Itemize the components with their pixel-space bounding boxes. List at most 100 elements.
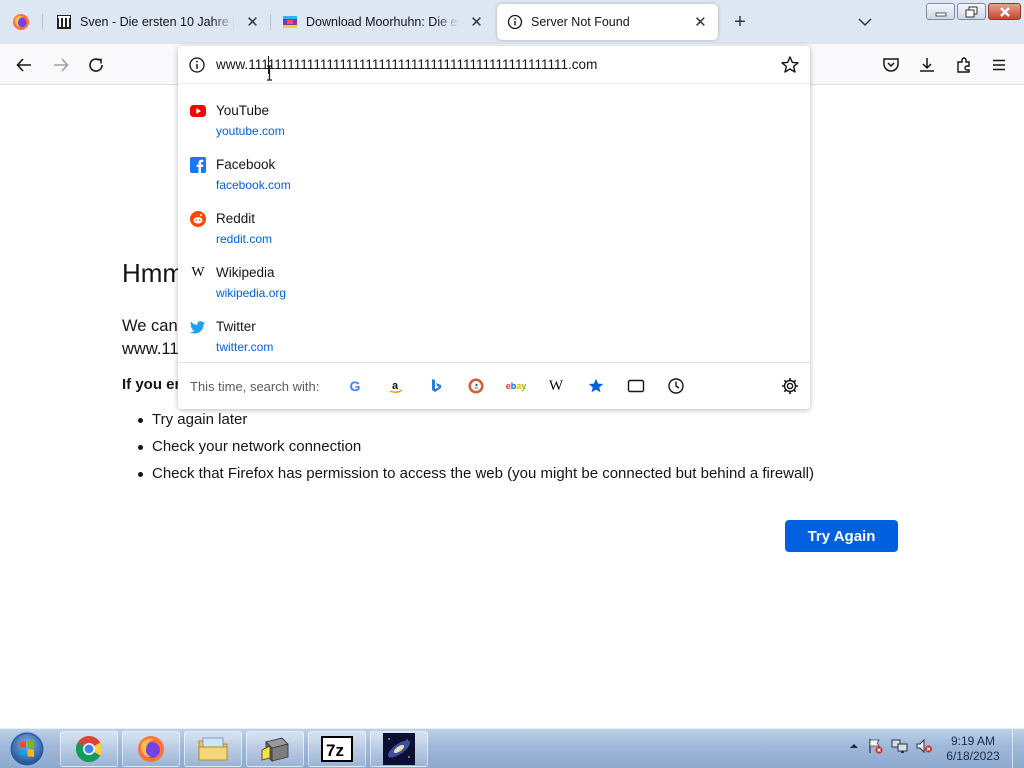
youtube-icon xyxy=(190,103,206,119)
bookmark-star-icon[interactable] xyxy=(780,55,800,75)
wikipedia-icon[interactable]: W xyxy=(546,376,566,396)
error-description-line2: www.11 xyxy=(122,340,179,358)
app-menu-button[interactable] xyxy=(988,54,1010,76)
arrow-right-icon xyxy=(54,58,69,72)
urlbar-popup: www.111111111111111111111111111111111111… xyxy=(178,46,810,409)
back-button[interactable] xyxy=(13,54,35,76)
twitter-icon xyxy=(190,319,206,335)
suggestion-url: twitter.com xyxy=(216,340,274,354)
tab-moorhuhn[interactable]: Download Moorhuhn: Die erste ✕ xyxy=(272,4,494,40)
reload-icon xyxy=(89,58,103,72)
new-tab-button[interactable]: + xyxy=(729,11,751,33)
taskbar-galaxy-app[interactable] xyxy=(370,731,428,767)
svg-text:7z: 7z xyxy=(326,741,344,760)
firefox-view-button[interactable] xyxy=(0,0,42,44)
suggestion-title: Facebook xyxy=(216,157,276,172)
download-icon xyxy=(920,58,934,72)
galaxy-icon xyxy=(383,733,415,765)
clock-date: 6/18/2023 xyxy=(946,749,1000,763)
pocket-button[interactable] xyxy=(880,54,902,76)
start-button[interactable] xyxy=(2,730,52,768)
taskbar-chrome[interactable] xyxy=(60,731,118,767)
suggestion-url: wikipedia.org xyxy=(216,286,287,300)
system-clock[interactable]: 9:19 AM 6/18/2023 xyxy=(940,734,1006,764)
show-hidden-icons-button[interactable] xyxy=(845,737,863,755)
taskbar-7zip[interactable]: 7z xyxy=(308,731,366,767)
file-explorer-icon xyxy=(198,737,228,761)
tab-separator xyxy=(42,14,43,30)
tabs-icon[interactable] xyxy=(626,376,646,396)
arrow-left-icon xyxy=(16,58,31,72)
extensions-button[interactable] xyxy=(953,54,975,76)
taskbar-file-explorer[interactable] xyxy=(184,731,242,767)
svg-text:a: a xyxy=(392,380,399,392)
7zip-icon: 7z xyxy=(321,736,353,762)
list-item: Try again later xyxy=(137,410,814,437)
hamburger-menu-icon xyxy=(993,59,1005,71)
ebay-icon[interactable]: ebay xyxy=(506,376,527,396)
search-settings-button[interactable] xyxy=(780,376,800,396)
facebook-icon xyxy=(190,157,206,173)
restore-icon xyxy=(965,6,977,17)
ibeam-cursor-icon xyxy=(267,65,272,81)
amazon-icon[interactable]: a xyxy=(386,376,406,396)
suggestion-title: Wikipedia xyxy=(216,265,275,280)
error-description: We can www.11 xyxy=(122,315,179,361)
chevron-down-icon xyxy=(858,18,872,27)
installer-icon xyxy=(261,737,289,762)
close-icon[interactable]: ✕ xyxy=(693,13,708,31)
close-icon[interactable]: ✕ xyxy=(469,13,484,31)
restore-button[interactable] xyxy=(957,3,986,20)
list-all-tabs-button[interactable] xyxy=(855,12,875,32)
google-icon[interactable]: G xyxy=(345,376,365,396)
error-description-line1: We can xyxy=(122,317,178,335)
close-icon[interactable]: ✕ xyxy=(245,13,260,31)
tab-sven[interactable]: Sven - Die ersten 10 Jahre [2008 ✕ xyxy=(46,4,270,40)
duckduckgo-icon[interactable] xyxy=(466,376,486,396)
gear-icon xyxy=(782,378,798,394)
film-icon xyxy=(282,14,298,30)
downloads-button[interactable] xyxy=(916,54,938,76)
suggestion-reddit[interactable]: Reddit reddit.com xyxy=(178,204,810,256)
tab-title: Sven - Die ersten 10 Jahre [2008 xyxy=(80,15,235,29)
url-input-row: www.111111111111111111111111111111111111… xyxy=(178,46,810,84)
close-icon xyxy=(999,6,1010,17)
suggestion-url: facebook.com xyxy=(216,178,291,192)
error-suggestions-list: Try again later Check your network conne… xyxy=(137,410,814,491)
wikipedia-icon: W xyxy=(191,265,205,280)
info-icon[interactable] xyxy=(188,56,206,74)
windows-logo-icon xyxy=(9,731,45,767)
pocket-icon xyxy=(883,58,899,72)
error-title: Hmm xyxy=(122,258,185,288)
suggestion-youtube[interactable]: YouTube youtube.com xyxy=(178,96,810,148)
chrome-icon xyxy=(75,736,103,763)
taskbar-installer[interactable] xyxy=(246,731,304,767)
minimize-button[interactable] xyxy=(926,3,955,20)
bing-icon[interactable] xyxy=(426,376,446,396)
museum-icon xyxy=(56,14,72,30)
taskbar-firefox[interactable] xyxy=(122,731,180,767)
windows-taskbar: 7z 9:19 AM 6/18/2023 xyxy=(0,728,1024,768)
url-input[interactable]: www.111111111111111111111111111111111111… xyxy=(216,57,597,72)
bookmarks-icon[interactable] xyxy=(586,376,606,396)
reload-button[interactable] xyxy=(85,54,107,76)
volume-muted-icon[interactable] xyxy=(915,737,933,755)
try-again-button[interactable]: Try Again xyxy=(785,520,898,552)
suggestion-twitter[interactable]: Twitter twitter.com xyxy=(178,312,810,364)
show-desktop-button[interactable] xyxy=(1012,729,1024,768)
suggestion-url: reddit.com xyxy=(216,232,273,246)
tab-server-not-found[interactable]: Server Not Found ✕ xyxy=(497,4,718,40)
history-icon[interactable] xyxy=(666,376,686,396)
list-item: Check that Firefox has permission to acc… xyxy=(137,464,814,491)
clock-time: 9:19 AM xyxy=(950,734,996,748)
suggestion-facebook[interactable]: Facebook facebook.com xyxy=(178,150,810,202)
one-off-search-row: This time, search with: G a ebay W xyxy=(178,362,810,409)
close-window-button[interactable] xyxy=(988,3,1021,20)
suggestion-wikipedia[interactable]: W Wikipedia wikipedia.org xyxy=(178,258,810,310)
tab-separator xyxy=(270,14,271,30)
action-center-icon[interactable] xyxy=(866,737,884,755)
network-icon[interactable] xyxy=(891,737,909,755)
forward-button[interactable] xyxy=(50,54,72,76)
suggestion-title: YouTube xyxy=(216,103,270,118)
firefox-icon xyxy=(13,14,29,30)
